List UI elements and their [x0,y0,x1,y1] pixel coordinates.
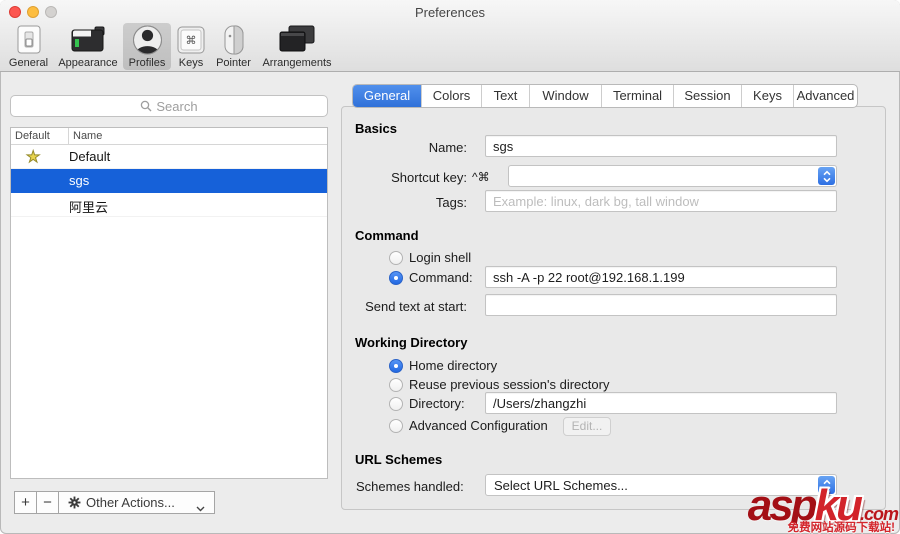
tags-label: Tags: [435,195,467,210]
tab-window[interactable]: Window [529,85,601,107]
profiles-person-icon [131,23,164,57]
send-text-label: Send text at start: [365,299,467,314]
gear-icon [68,496,81,509]
radio-off-icon [389,396,403,411]
shortcut-key-popup[interactable] [508,165,837,187]
tab-advanced[interactable]: Advanced [793,85,857,107]
stepper-arrows-icon [818,167,835,185]
edit-button[interactable]: Edit... [563,417,611,436]
profile-list-header: Default Name [11,128,327,145]
window-title: Preferences [414,5,486,20]
tab-session[interactable]: Session [673,85,741,107]
radio-off-icon [389,418,403,433]
toolbar-item-appearance[interactable]: Appearance [55,23,121,70]
toolbar-label: Pointer [216,57,251,69]
profile-list: Default Name ★ Default sgs 阿里云 [10,127,328,479]
shortcut-modifier-symbols: ^⌘ [472,170,490,184]
toolbar-label: Keys [178,57,204,69]
radio-on-icon [389,270,403,285]
other-actions-dropdown[interactable]: Other Actions... [58,491,215,514]
home-directory-label: Home directory [409,358,498,373]
name-label: Name: [428,140,467,155]
add-profile-button[interactable]: + [14,491,37,514]
schemes-handled-label: Schemes handled: [356,479,464,494]
shortcut-key-label: Shortcut key: [391,170,467,185]
column-header-name[interactable]: Name [73,130,102,142]
command-key-icon: ⌘ [176,23,206,57]
tab-terminal[interactable]: Terminal [601,85,673,107]
mouse-icon [222,23,246,57]
login-shell-radio[interactable]: Login shell [389,250,471,265]
remove-profile-button[interactable]: − [36,491,59,514]
command-radio-label: Command: [409,270,473,285]
toolbar-label: Arrangements [262,57,332,69]
tab-text[interactable]: Text [481,85,529,107]
tags-field[interactable] [485,190,837,212]
working-directory-heading: Working Directory [355,335,468,350]
stepper-arrows-icon [818,476,835,494]
command-field[interactable] [485,266,837,288]
url-schemes-heading: URL Schemes [355,452,443,467]
profile-list-actions: + − Other Actions... [14,491,215,514]
search-placeholder: Search [156,98,198,114]
advanced-configuration-label: Advanced Configuration [409,418,548,433]
default-star-icon: ★ [25,147,41,167]
directory-field[interactable] [485,392,837,414]
profile-row-default[interactable]: ★ Default [11,145,327,169]
tab-colors[interactable]: Colors [421,85,481,107]
column-header-default[interactable]: Default [15,130,50,142]
profile-tabs: General Colors Text Window Terminal Sess… [352,84,858,108]
toolbar-item-arrangements[interactable]: Arrangements [258,23,336,70]
watermark-tagline: 免费网站源码下载站! [787,521,895,534]
profile-row-sgs[interactable]: sgs [11,169,327,193]
command-heading: Command [355,228,419,243]
appearance-window-icon [70,23,106,57]
profile-row-aliyun[interactable]: 阿里云 [11,193,327,217]
schemes-handled-value: Select URL Schemes... [494,477,628,493]
toolbar-label: General [8,57,49,69]
titlebar-toolbar: Preferences General Appearance Profiles … [0,0,900,72]
login-shell-label: Login shell [409,250,472,265]
home-directory-radio[interactable]: Home directory [389,358,497,373]
radio-off-icon [389,377,403,392]
toolbar-item-profiles[interactable]: Profiles [123,23,171,70]
schemes-handled-popup[interactable]: Select URL Schemes... [485,474,837,496]
directory-radio[interactable]: Directory: [389,396,465,411]
send-text-field[interactable] [485,294,837,316]
toolbar-item-pointer[interactable]: Pointer [211,23,256,70]
chevron-down-icon [196,500,205,515]
light-switch-icon [14,23,44,57]
other-actions-label: Other Actions... [86,495,175,510]
toolbar-label: Profiles [128,57,166,69]
toolbar-label: Appearance [58,57,118,69]
search-input[interactable]: Search [10,95,328,117]
toolbar-item-general[interactable]: General [4,23,53,70]
radio-off-icon [389,250,403,265]
basics-heading: Basics [355,121,397,136]
preferences-window: Preferences General Appearance Profiles … [0,0,900,534]
command-radio[interactable]: Command: [389,270,473,285]
radio-on-icon [389,358,403,373]
reuse-directory-radio[interactable]: Reuse previous session's directory [389,377,609,392]
column-divider[interactable] [68,128,69,144]
advanced-configuration-radio[interactable]: Advanced Configuration [389,418,548,433]
profile-name: 阿里云 [69,200,109,215]
reuse-directory-label: Reuse previous session's directory [409,377,610,392]
tab-keys[interactable]: Keys [741,85,793,107]
profile-name: sgs [69,173,90,188]
tab-general[interactable]: General [353,85,421,107]
toolbar-item-keys[interactable]: ⌘ Keys [173,23,209,70]
window-stack-icon [278,23,316,57]
search-icon [140,100,152,112]
directory-label: Directory: [409,396,465,411]
profile-name: Default [69,149,111,164]
svg-text:⌘: ⌘ [186,35,197,47]
name-field[interactable] [485,135,837,157]
